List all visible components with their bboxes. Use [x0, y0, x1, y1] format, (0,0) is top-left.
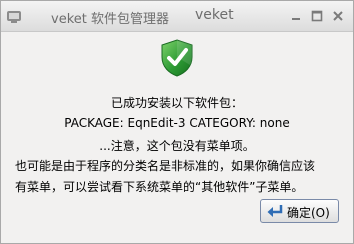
package-info: PACKAGE: EqnEdit-3 CATEGORY: none [64, 116, 290, 130]
minimize-icon[interactable] [290, 10, 302, 22]
dialog-window: veket 软件包管理器 veket 已成功安装以下软件包： PACKAGE: … [0, 0, 354, 244]
title-bar[interactable]: veket 软件包管理器 veket [1, 1, 353, 32]
explanation-line-2: 有菜单，可以尝试看下系统菜单的“其他软件”子菜单。 [15, 180, 304, 194]
ok-button[interactable]: 确定(O) [260, 199, 339, 223]
window-title: veket 软件包管理器 [51, 12, 169, 27]
app-icon [7, 11, 21, 23]
success-heading: 已成功安装以下软件包： [110, 96, 243, 110]
window-brand: veket [195, 7, 234, 23]
close-icon[interactable] [332, 10, 344, 22]
ok-button-label: 确定(O) [287, 206, 330, 220]
check-shield-icon [161, 39, 193, 77]
explanation-line-1: 也可能是由于程序的分类名是非标准的，如果你确信应该 [15, 159, 316, 173]
return-arrow-icon [267, 205, 283, 217]
no-menu-note: ...注意，这个包没有菜单项。 [99, 139, 255, 153]
maximize-icon[interactable] [311, 10, 323, 22]
